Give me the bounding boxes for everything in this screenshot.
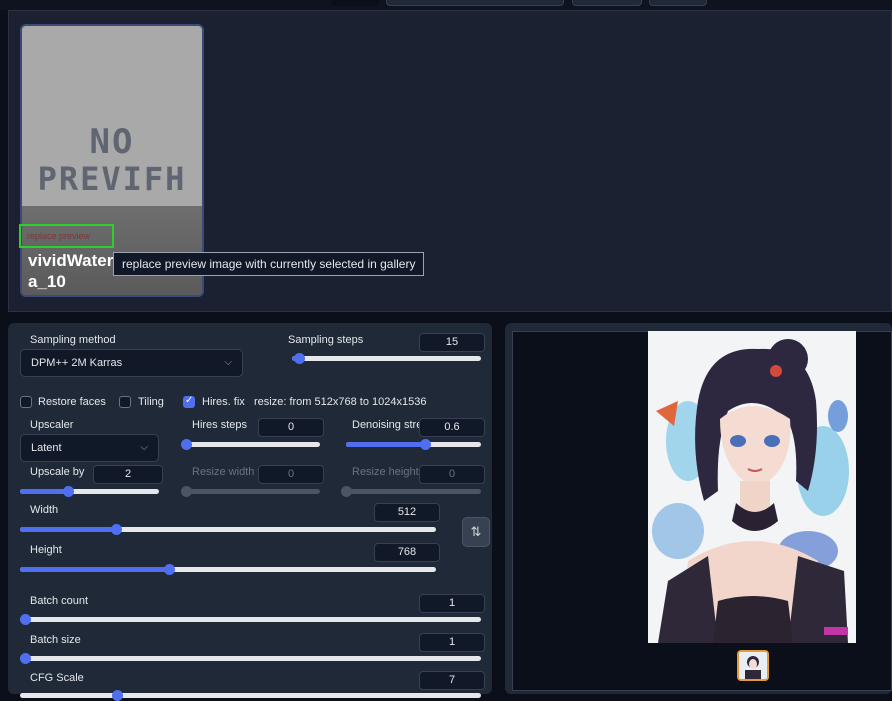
- hires-steps-slider[interactable]: [181, 439, 320, 450]
- slider-thumb[interactable]: [111, 524, 122, 535]
- denoising-strength-label: Denoising stre: [352, 419, 423, 431]
- height-label: Height: [30, 544, 62, 556]
- replace-preview-button[interactable]: replace preview: [19, 224, 114, 248]
- sampling-method-dropdown[interactable]: DPM++ 2M Karras ⌵: [20, 349, 243, 377]
- chevron-down-icon: ⌵: [224, 357, 232, 368]
- no-preview-line-2: PREVIFH: [37, 160, 187, 198]
- slider-thumb[interactable]: [20, 614, 31, 625]
- sampling-steps-label: Sampling steps: [288, 334, 364, 346]
- dark-tab[interactable]: [331, 0, 379, 6]
- slider-thumb[interactable]: [181, 439, 192, 450]
- upscaler-dropdown[interactable]: Latent ⌵: [20, 434, 159, 462]
- hires-steps-label: Hires steps: [192, 419, 248, 431]
- gallery-thumbnail-image: [739, 652, 767, 679]
- slider-thumb[interactable]: [63, 486, 74, 497]
- sampling-method-label: Sampling method: [30, 334, 116, 346]
- hires-steps-input[interactable]: 0: [258, 418, 324, 437]
- swap-dimensions-icon[interactable]: ⇅: [462, 517, 490, 547]
- gallery-thumbnail[interactable]: [737, 650, 769, 681]
- generated-image-illustration: [652, 339, 849, 643]
- no-preview-line-1: NO: [89, 122, 135, 162]
- cfg-scale-label: CFG Scale: [30, 672, 84, 684]
- card-title: vividWater a_10: [28, 251, 114, 291]
- hires-fix-checkbox[interactable]: [183, 395, 195, 408]
- denoising-strength-input[interactable]: 0.6: [419, 418, 485, 437]
- slider-thumb[interactable]: [181, 486, 192, 497]
- upscale-by-input[interactable]: 2: [93, 465, 163, 484]
- tiling-label: Tiling: [138, 396, 164, 408]
- width-input[interactable]: 512: [374, 503, 440, 522]
- slider-thumb[interactable]: [420, 439, 431, 450]
- resize-height-input[interactable]: 0: [419, 465, 485, 484]
- slider-thumb[interactable]: [20, 653, 31, 664]
- batch-size-input[interactable]: 1: [419, 633, 485, 652]
- batch-count-slider[interactable]: [20, 614, 481, 625]
- batch-count-label: Batch count: [30, 595, 89, 607]
- upscaler-label: Upscaler: [30, 419, 74, 431]
- tiling-checkbox[interactable]: [119, 396, 131, 408]
- batch-count-input[interactable]: 1: [419, 594, 485, 613]
- resize-width-slider[interactable]: [181, 486, 320, 497]
- batch-size-label: Batch size: [30, 634, 81, 646]
- chevron-down-icon: ⌵: [140, 442, 148, 453]
- sampling-method-value: DPM++ 2M Karras: [31, 357, 123, 369]
- upscaler-value: Latent: [31, 442, 62, 454]
- slider-thumb[interactable]: [341, 486, 352, 497]
- slider-thumb[interactable]: [164, 564, 175, 575]
- width-slider[interactable]: [20, 524, 436, 535]
- upscale-by-label: Upscale by: [30, 466, 85, 478]
- width-label: Width: [30, 504, 59, 516]
- top-button-2[interactable]: [649, 0, 707, 6]
- height-slider[interactable]: [20, 564, 436, 575]
- top-input[interactable]: [386, 0, 564, 6]
- resize-width-input[interactable]: 0: [258, 465, 324, 484]
- cfg-scale-input[interactable]: 7: [419, 671, 485, 690]
- resize-info-text: resize: from 512x768 to 1024x1536: [254, 396, 427, 408]
- height-input[interactable]: 768: [374, 543, 440, 562]
- denoising-strength-slider[interactable]: [346, 439, 481, 450]
- top-button-1[interactable]: [572, 0, 642, 6]
- restore-faces-checkbox[interactable]: [20, 396, 32, 408]
- resize-height-slider[interactable]: [341, 486, 481, 497]
- slider-thumb[interactable]: [294, 353, 305, 364]
- sampling-steps-slider[interactable]: [292, 353, 481, 364]
- resize-width-label: Resize width tc: [192, 466, 266, 478]
- sampling-steps-input[interactable]: 15: [419, 333, 485, 352]
- replace-preview-label: replace preview: [27, 231, 91, 241]
- restore-faces-label: Restore faces: [38, 396, 106, 408]
- tooltip: replace preview image with currently sel…: [113, 252, 425, 276]
- top-toolbar-strip: [0, 0, 892, 10]
- generated-image[interactable]: [648, 331, 856, 643]
- upscale-by-slider[interactable]: [20, 486, 159, 497]
- hires-fix-label: Hires. fix: [202, 396, 245, 408]
- slider-thumb[interactable]: [112, 690, 123, 701]
- resize-height-label: Resize height t: [352, 466, 425, 478]
- batch-size-slider[interactable]: [20, 653, 481, 664]
